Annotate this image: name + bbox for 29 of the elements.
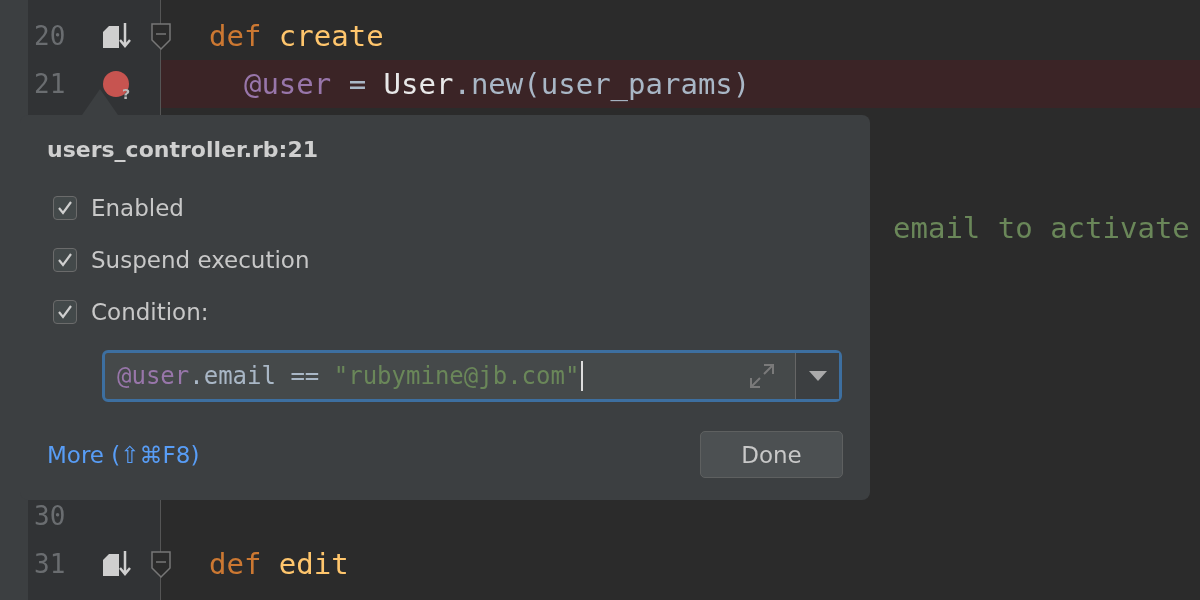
fold-icon[interactable] xyxy=(149,22,173,52)
code-line: def edit xyxy=(209,547,349,581)
code-line: @user = User.new(user_params) xyxy=(242,67,751,101)
check-icon xyxy=(57,304,73,320)
checkbox-label: Enabled xyxy=(91,195,184,221)
checkbox[interactable] xyxy=(53,300,77,324)
condition-field[interactable]: @user.email == "rubymine@jb.com" xyxy=(102,350,842,402)
override-icon[interactable] xyxy=(101,22,131,50)
line-number: 30 xyxy=(34,501,66,531)
code-line: def create xyxy=(209,19,384,53)
checkbox-label: Condition: xyxy=(91,299,209,325)
done-button[interactable]: Done xyxy=(700,431,843,478)
checkbox[interactable] xyxy=(53,196,77,220)
line-number: 31 xyxy=(34,549,66,579)
check-icon xyxy=(57,200,73,216)
override-icon[interactable] xyxy=(101,550,131,578)
breakpoint-mark: ? xyxy=(122,86,131,102)
checkbox-label: Suspend execution xyxy=(91,247,310,273)
check-icon xyxy=(57,252,73,268)
popup-title: users_controller.rb:21 xyxy=(47,137,318,162)
fold-icon[interactable] xyxy=(149,550,173,580)
line-number: 20 xyxy=(34,21,66,51)
breakpoint-icon[interactable] xyxy=(103,71,129,97)
dropdown-button[interactable] xyxy=(795,353,839,399)
line-number: 21 xyxy=(34,69,66,99)
code-comment: email to activate xyxy=(893,211,1190,245)
caret-icon xyxy=(808,371,827,381)
more-link[interactable]: More (⇧⌘F8) xyxy=(47,441,200,468)
checkbox[interactable] xyxy=(53,248,77,272)
